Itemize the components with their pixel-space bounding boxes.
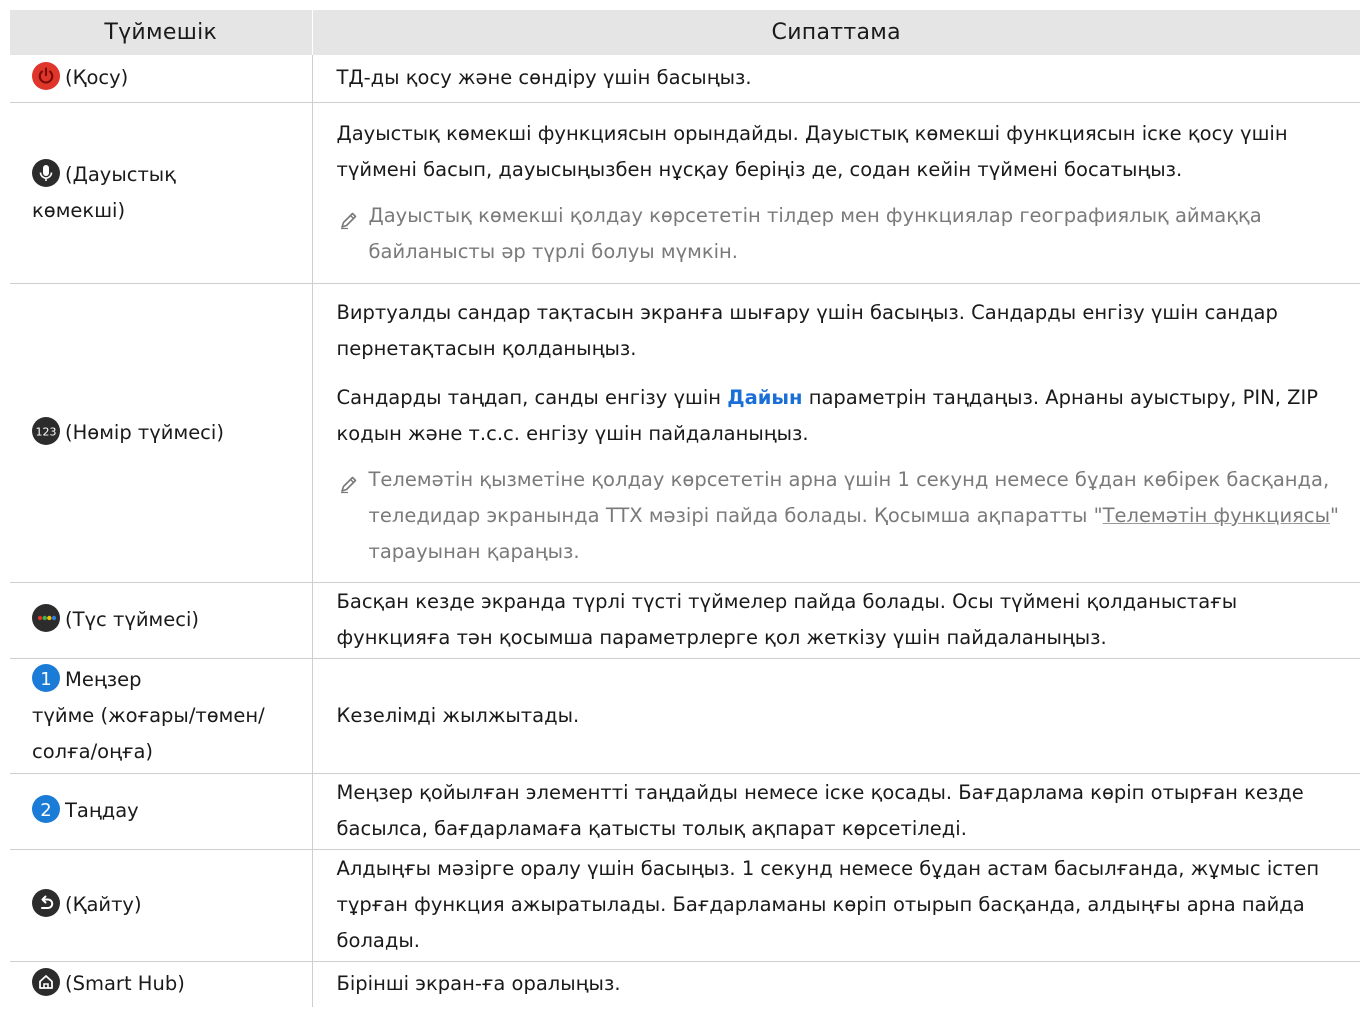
number-123-icon: 123 xyxy=(32,416,60,445)
table-row: (Дауыстық көмекші) Дауыстық көмекші функ… xyxy=(10,102,1360,284)
return-arrow-icon xyxy=(32,889,60,917)
note: Телемәтін қызметіне қолдау көрсететін ар… xyxy=(337,462,1355,570)
table-header-row: Түймешік Сипаттама xyxy=(10,10,1360,55)
description-cell: Бірінші экран-ға оралыңыз. xyxy=(312,961,1360,1007)
done-link[interactable]: Дайын xyxy=(727,386,802,409)
number-2-icon: 2 xyxy=(32,795,60,823)
button-cell: 1 Меңзер түйме (жоғары/төмен/ солға/оңға… xyxy=(10,658,313,774)
table-row: (Қосу) ТД-ды қосу және сөндіру үшін басы… xyxy=(10,55,1360,103)
home-icon xyxy=(32,968,60,997)
color-buttons-icon xyxy=(32,604,60,632)
table-row: 2 Таңдау Меңзер қойылған элементті таңда… xyxy=(10,773,1360,850)
button-label: (Қайту) xyxy=(65,893,142,916)
remote-buttons-table: Түймешік Сипаттама (Қосу) ТД-ды қосу жән… xyxy=(10,10,1360,1007)
button-label-line2: көмекші) xyxy=(32,198,126,222)
svg-text:2: 2 xyxy=(40,800,51,821)
svg-text:1: 1 xyxy=(40,669,51,690)
table-row: 1 Меңзер түйме (жоғары/төмен/ солға/оңға… xyxy=(10,658,1360,774)
button-label: Таңдау xyxy=(65,799,139,822)
description-cell: Дауыстық көмекші функциясын орындайды. Д… xyxy=(312,102,1360,284)
power-icon xyxy=(32,62,60,91)
microphone-icon xyxy=(32,158,60,187)
button-label: (Нөмір түймесі) xyxy=(65,420,224,444)
teletext-link[interactable]: Телемәтін функциясы xyxy=(1103,504,1330,527)
table-row: (Қайту) Алдыңғы мәзірге оралу үшін басың… xyxy=(10,849,1360,962)
button-cell: 123 (Нөмір түймесі) xyxy=(10,283,313,583)
note: Дауыстық көмекші қолдау көрсететін тілде… xyxy=(337,198,1355,270)
description-text: Дауыстық көмекші функциясын орындайды. Д… xyxy=(336,121,1288,181)
button-cell: (Қосу) xyxy=(10,55,313,103)
button-cell: (Түс түймесі) xyxy=(10,582,313,659)
description-text: ТД-ды қосу және сөндіру үшін басыңыз. xyxy=(336,66,752,90)
note-text: Дауыстық көмекші қолдау көрсететін тілде… xyxy=(368,203,1262,263)
number-1-icon: 1 xyxy=(32,663,60,692)
description-text: Алдыңғы мәзірге оралу үшін басыңыз. 1 се… xyxy=(336,857,1320,952)
description-text: Басқан кезде экранда түрлі түсті түймеле… xyxy=(336,590,1238,649)
button-label: (Қосу) xyxy=(65,66,129,90)
description-text: Меңзер қойылған элементті таңдайды немес… xyxy=(336,781,1304,840)
button-label: (Түс түймесі) xyxy=(65,608,200,631)
description-cell: Меңзер қойылған элементті таңдайды немес… xyxy=(312,773,1360,850)
table-row: (Smart Hub) Бірінші экран-ға оралыңыз. xyxy=(10,961,1360,1007)
button-cell: 2 Таңдау xyxy=(10,773,313,850)
button-label-line1: (Дауыстық xyxy=(65,162,176,186)
button-label-line2: түйме (жоғары/төмен/ xyxy=(32,703,265,727)
button-label: (Smart Hub) xyxy=(65,972,185,996)
button-label-line3: солға/оңға) xyxy=(32,739,154,763)
button-label-line1: Меңзер xyxy=(65,667,142,691)
description-cell: Виртуалды сандар тақтасын экранға шығару… xyxy=(312,283,1360,583)
header-description: Сипаттама xyxy=(312,10,1360,55)
description-text: Виртуалды сандар тақтасын экранға шығару… xyxy=(336,301,1278,360)
description-text: Кезелімді жылжытады. xyxy=(336,703,580,727)
pencil-note-icon xyxy=(339,206,359,242)
button-cell: (Smart Hub) xyxy=(10,961,313,1007)
button-cell: (Дауыстық көмекші) xyxy=(10,102,313,284)
table-row: 123 (Нөмір түймесі) Виртуалды сандар тақ… xyxy=(10,283,1360,583)
header-button: Түймешік xyxy=(10,10,313,55)
description-cell: Алдыңғы мәзірге оралу үшін басыңыз. 1 се… xyxy=(312,849,1360,962)
svg-text:123: 123 xyxy=(36,425,57,438)
button-cell: (Қайту) xyxy=(10,849,313,962)
table-row: (Түс түймесі) Басқан кезде экранда түрлі… xyxy=(10,582,1360,659)
description-cell: Кезелімді жылжытады. xyxy=(312,658,1360,774)
description-text: Бірінші экран-ға оралыңыз. xyxy=(336,972,621,996)
description-cell: ТД-ды қосу және сөндіру үшін басыңыз. xyxy=(312,55,1360,103)
pencil-note-icon xyxy=(339,470,359,506)
description-text-2: Сандарды таңдап, санды енгізу үшін Дайын… xyxy=(336,386,1319,445)
description-cell: Басқан кезде экранда түрлі түсті түймеле… xyxy=(312,582,1360,659)
